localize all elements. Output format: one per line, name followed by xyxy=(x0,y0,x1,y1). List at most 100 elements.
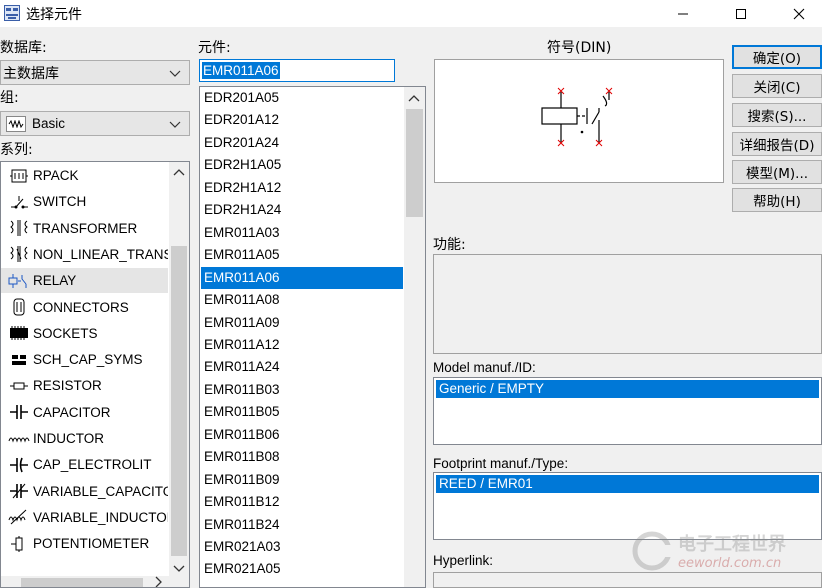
hyperlink-label: Hyperlink: xyxy=(433,553,494,568)
switch-icon xyxy=(7,192,31,212)
scroll-up-icon[interactable] xyxy=(408,93,420,108)
component-list[interactable]: EDR201A05 EDR201A12 EDR201A24 EDR2H1A05 EDR2… xyxy=(199,86,426,588)
minimize-button[interactable] xyxy=(660,0,706,27)
family-item-label: TRANSFORMER xyxy=(33,220,138,236)
rpack-icon xyxy=(7,166,31,186)
ok-button[interactable]: 确定(O) xyxy=(732,45,822,69)
family-hscrollbar[interactable] xyxy=(1,576,169,587)
relay-symbol-icon xyxy=(541,87,613,147)
component-list-item[interactable]: EMR011A05 xyxy=(201,244,403,266)
model-list-item[interactable]: Generic / EMPTY xyxy=(436,380,819,398)
variable-capacitor-icon xyxy=(7,481,31,501)
component-list-item[interactable]: EMR011A24 xyxy=(201,356,403,378)
model-button[interactable]: 模型(M)... xyxy=(732,160,822,184)
chevron-down-icon xyxy=(169,67,181,82)
maximize-button[interactable] xyxy=(718,0,764,27)
family-item-transformer[interactable]: TRANSFORMER xyxy=(1,216,168,241)
family-item-sockets[interactable]: SOCKETS xyxy=(1,321,168,346)
title-bar[interactable]: 选择元件 xyxy=(0,0,822,27)
family-item-rpack[interactable]: RPACK xyxy=(1,163,168,188)
variable-inductor-icon xyxy=(7,507,31,527)
component-list-item[interactable]: EMR021A05 xyxy=(201,558,403,580)
family-scrollbar[interactable] xyxy=(169,162,189,587)
window-title: 选择元件 xyxy=(26,7,82,23)
family-item-resistor[interactable]: RESISTOR xyxy=(1,373,168,398)
component-list-item[interactable]: EMR011A08 xyxy=(201,289,403,311)
component-list-item[interactable]: EDR2H1A05 xyxy=(201,154,403,176)
hyperlink-panel[interactable] xyxy=(433,572,822,588)
family-hscroll-thumb[interactable] xyxy=(21,578,143,587)
component-list-item[interactable]: EMR011A03 xyxy=(201,222,403,244)
component-list-item[interactable]: EMR011B08 xyxy=(201,446,403,468)
scroll-up-icon[interactable] xyxy=(173,167,185,182)
scroll-right-icon[interactable] xyxy=(153,576,163,587)
search-button[interactable]: 搜索(S)... xyxy=(732,103,822,127)
help-button[interactable]: 帮助(H) xyxy=(732,188,822,212)
family-item-label: CAP_ELECTROLIT xyxy=(33,457,152,473)
capacitor-icon xyxy=(7,402,31,422)
family-item-relay[interactable]: RELAY xyxy=(1,268,168,294)
component-list-item[interactable]: EMR011B12 xyxy=(201,491,403,513)
close-dialog-button[interactable]: 关闭(C) xyxy=(732,74,822,98)
watermark-url: eeworld.com.cn xyxy=(678,556,782,571)
component-list-item[interactable]: EDR2H1A12 xyxy=(201,177,403,199)
footprint-list-item[interactable]: REED / EMR01 xyxy=(436,475,819,493)
family-item-non-linear-transformer[interactable]: NON_LINEAR_TRANSFORMER xyxy=(1,242,168,267)
database-select[interactable]: 主数据库 xyxy=(0,60,190,85)
family-item-label: POTENTIOMETER xyxy=(33,536,150,552)
symbol-label: 符号(DIN) xyxy=(547,40,612,56)
family-item-label: RPACK xyxy=(33,168,79,183)
component-list-item[interactable]: EMR011B03 xyxy=(201,379,403,401)
family-item-variable-capacitor[interactable]: VARIABLE_CAPACITOR xyxy=(1,479,168,504)
detail-report-button[interactable]: 详细报告(D) xyxy=(732,132,822,156)
family-item-label: VARIABLE_INDUCTOR xyxy=(33,509,168,525)
family-item-potentiometer[interactable]: POTENTIOMETER xyxy=(1,531,168,556)
family-item-variable-inductor[interactable]: VARIABLE_INDUCTOR xyxy=(1,505,168,530)
basic-group-icon xyxy=(6,115,26,132)
relay-icon xyxy=(7,271,31,291)
component-list-item[interactable]: EMR011B24 xyxy=(201,514,403,536)
group-select[interactable]: Basic xyxy=(0,111,190,136)
family-item-label: SCH_CAP_SYMS xyxy=(33,352,143,368)
group-value: Basic xyxy=(32,116,66,131)
watermark-logo: 电子工程世界 eeworld.com.cn xyxy=(632,530,786,571)
family-item-cap-electrolit[interactable]: CAP_ELECTROLIT xyxy=(1,452,168,477)
database-label: 数据库: xyxy=(0,40,47,56)
connectors-icon xyxy=(7,297,31,317)
family-item-sch-cap-syms[interactable]: SCH_CAP_SYMS xyxy=(1,347,168,372)
component-list-item[interactable]: EMR011B09 xyxy=(201,469,403,491)
component-list-item[interactable]: EMR011A06 xyxy=(201,266,403,289)
close-button[interactable] xyxy=(776,0,822,27)
family-scroll-thumb[interactable] xyxy=(171,246,187,556)
model-list[interactable]: Generic / EMPTY xyxy=(433,377,822,445)
component-list-item[interactable]: EDR201A05 xyxy=(201,87,403,109)
family-item-switch[interactable]: SWITCH xyxy=(1,189,168,214)
footprint-label: Footprint manuf./Type: xyxy=(433,456,569,471)
component-list-item[interactable]: EMR011B06 xyxy=(201,424,403,446)
family-label: 系列: xyxy=(0,142,33,158)
nonlinear-transformer-icon xyxy=(7,244,31,264)
component-list-item[interactable]: EDR2H1A24 xyxy=(201,199,403,221)
minimize-icon xyxy=(678,13,688,14)
component-list-item[interactable]: EMR011A12 xyxy=(201,334,403,356)
watermark-text: 电子工程世界 xyxy=(678,534,786,555)
component-list-item[interactable]: EDR201A12 xyxy=(201,109,403,131)
transformer-icon xyxy=(7,218,31,238)
family-item-connectors[interactable]: CONNECTORS xyxy=(1,295,168,320)
component-list-item[interactable]: EDR201A24 xyxy=(201,132,403,154)
component-input[interactable]: EMR011A06 xyxy=(199,59,395,82)
family-item-label: RELAY xyxy=(33,273,77,289)
family-list[interactable]: RPACK SWITCH TRANSFORMER NON_LINEAR_TRANSFO… xyxy=(0,161,190,588)
scroll-down-icon[interactable] xyxy=(173,562,185,577)
component-scroll-thumb[interactable] xyxy=(406,109,423,217)
inductor-icon xyxy=(7,429,31,449)
component-scrollbar[interactable] xyxy=(404,87,425,587)
sockets-icon xyxy=(7,323,31,343)
component-list-item[interactable]: EMR021A03 xyxy=(201,536,403,558)
family-item-label: CONNECTORS xyxy=(33,299,129,315)
family-item-capacitor[interactable]: CAPACITOR xyxy=(1,400,168,425)
component-list-item[interactable]: EMR011A09 xyxy=(201,312,403,334)
component-list-item[interactable]: EMR011B05 xyxy=(201,401,403,423)
family-item-inductor[interactable]: INDUCTOR xyxy=(1,426,168,451)
app-icon xyxy=(4,5,20,21)
